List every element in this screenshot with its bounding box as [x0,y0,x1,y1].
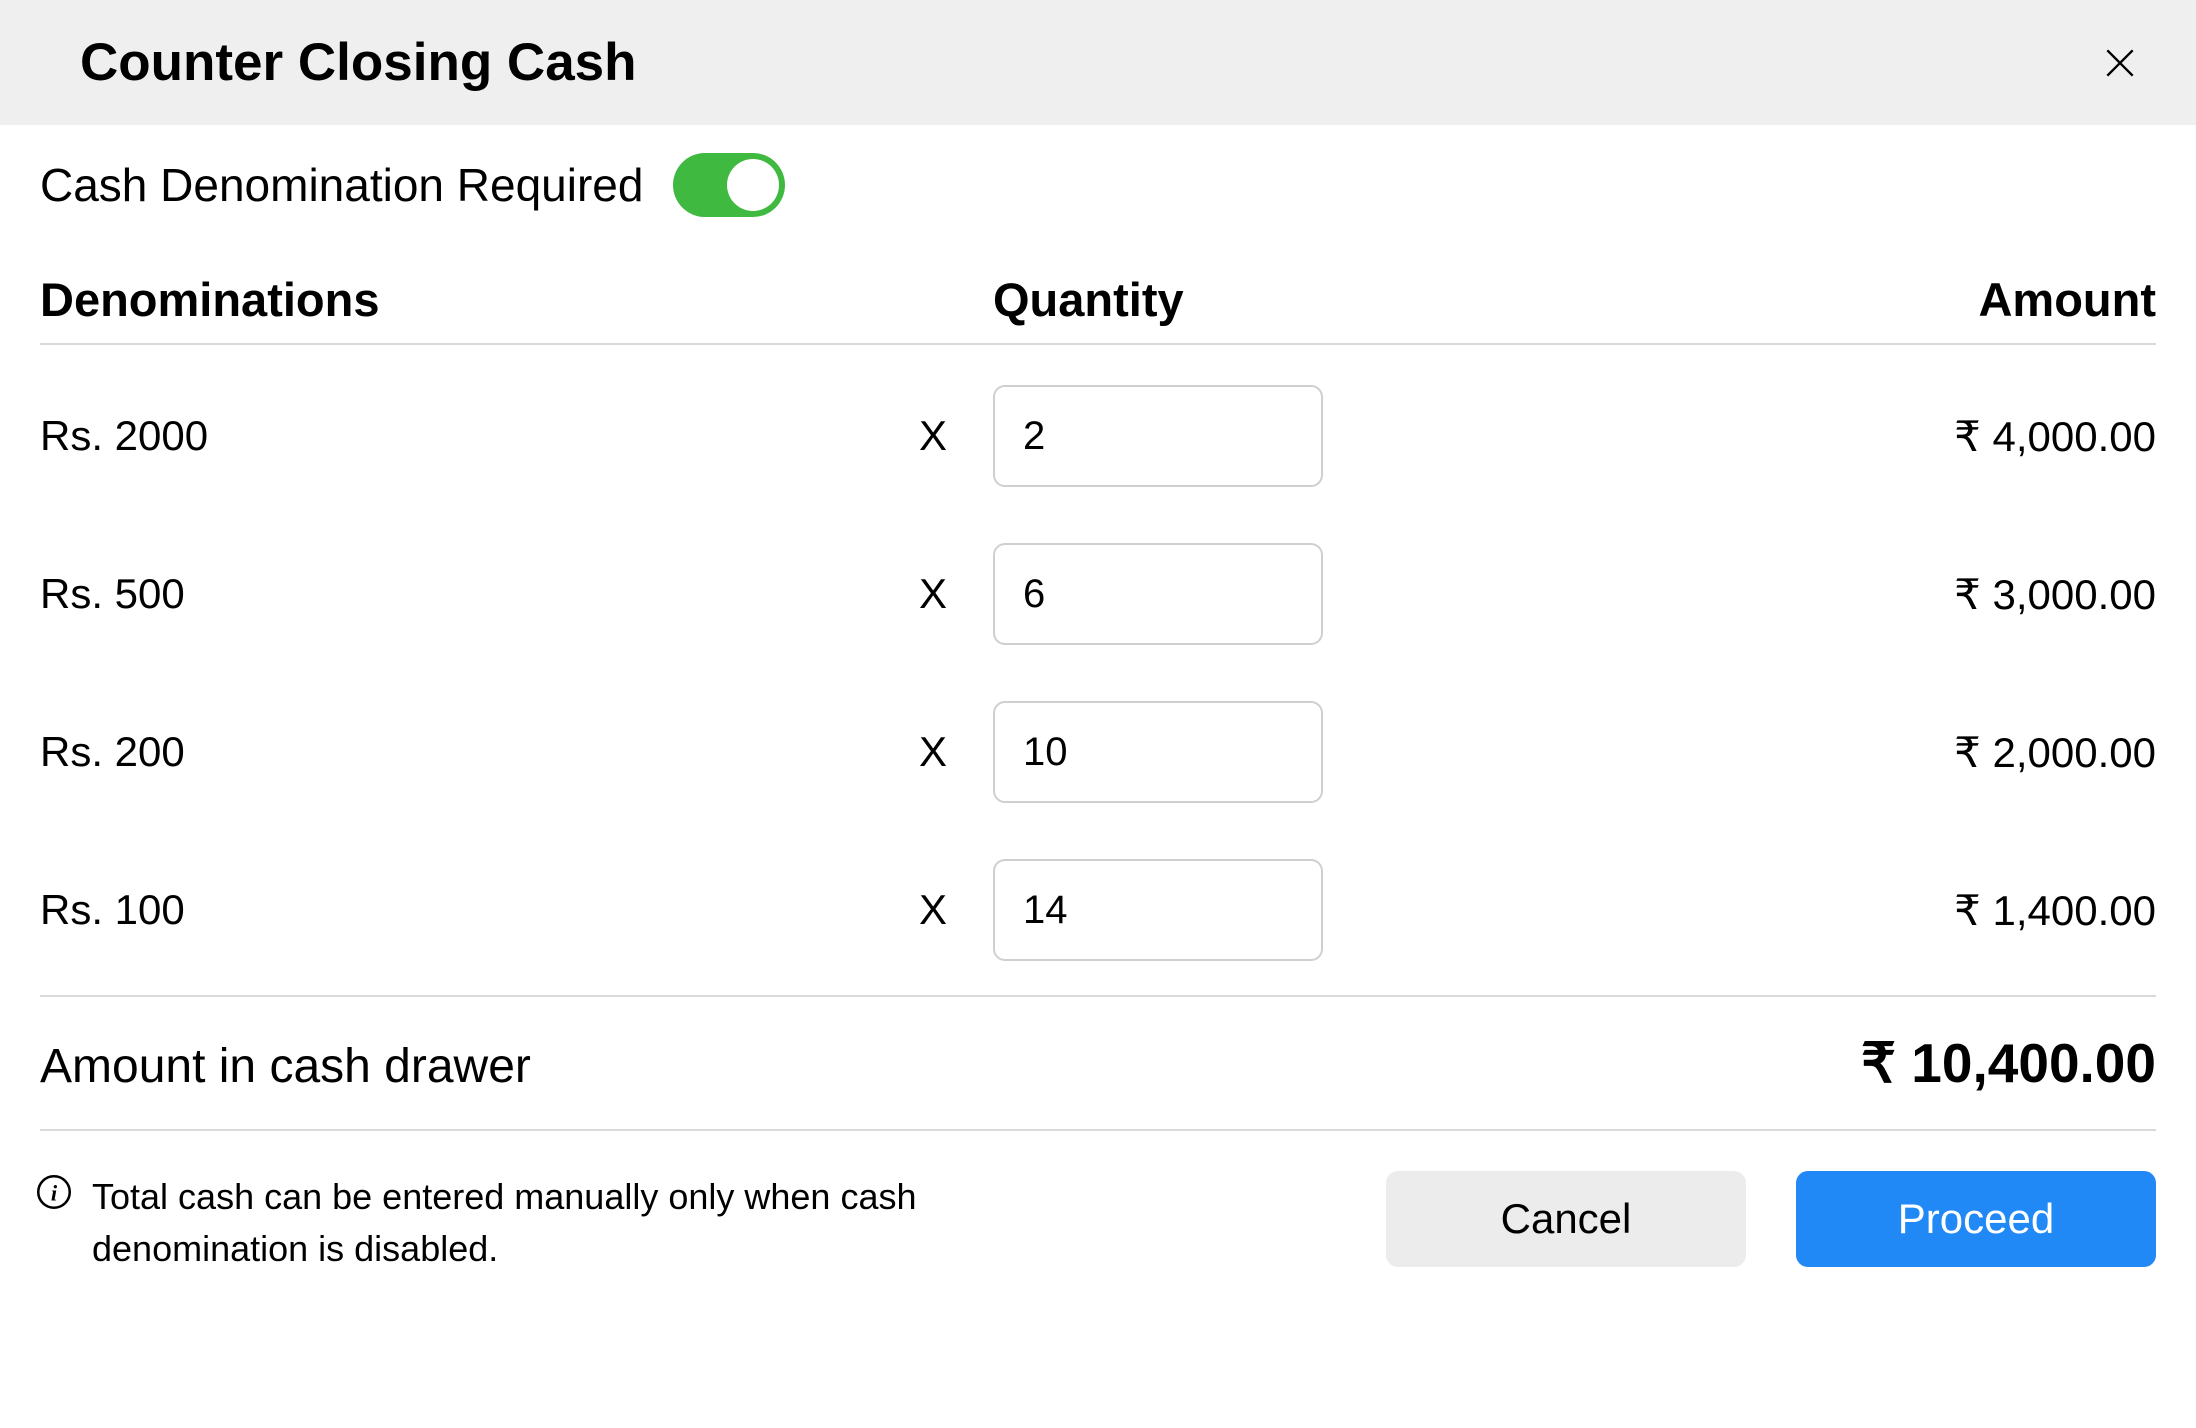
denomination-row: Rs. 500 X ₹ 3,000.00 [40,515,2156,673]
info-icon: i [36,1174,72,1210]
row-amount: ₹ 1,400.00 [1323,886,2156,935]
denomination-rows: Rs. 2000 X ₹ 4,000.00 Rs. 500 X ₹ 3,000.… [40,345,2156,989]
dialog-footer: i Total cash can be entered manually onl… [0,1131,2196,1275]
svg-text:i: i [51,1180,58,1205]
total-label: Amount in cash drawer [40,1039,531,1094]
header-denominations: Denominations [40,272,873,327]
close-button[interactable] [2096,39,2144,87]
denomination-toggle-row: Cash Denomination Required [40,153,2156,217]
multiply-icon: X [873,412,993,460]
multiply-icon: X [873,886,993,934]
dialog-content: Cash Denomination Required Denominations… [0,125,2196,1131]
quantity-input[interactable] [993,385,1323,487]
button-group: Cancel Proceed [1386,1171,2156,1267]
cancel-button[interactable]: Cancel [1386,1171,1746,1267]
dialog-title: Counter Closing Cash [80,32,637,93]
denomination-row: Rs. 200 X ₹ 2,000.00 [40,673,2156,831]
proceed-button[interactable]: Proceed [1796,1171,2156,1267]
denomination-toggle[interactable] [673,153,785,217]
quantity-input[interactable] [993,543,1323,645]
denomination-label: Rs. 100 [40,886,873,934]
total-amount: ₹ 10,400.00 [1861,1031,2156,1095]
denomination-label: Rs. 2000 [40,412,873,460]
denomination-toggle-label: Cash Denomination Required [40,158,643,212]
dialog-header: Counter Closing Cash [0,0,2196,125]
multiply-icon: X [873,728,993,776]
quantity-input[interactable] [993,859,1323,961]
header-quantity: Quantity [993,272,1323,327]
row-amount: ₹ 4,000.00 [1323,412,2156,461]
info-text: Total cash can be entered manually only … [92,1171,1012,1275]
denomination-row: Rs. 100 X ₹ 1,400.00 [40,831,2156,989]
table-header: Denominations Quantity Amount [40,272,2156,345]
denomination-row: Rs. 2000 X ₹ 4,000.00 [40,357,2156,515]
row-amount: ₹ 3,000.00 [1323,570,2156,619]
total-row: Amount in cash drawer ₹ 10,400.00 [40,995,2156,1131]
counter-closing-cash-dialog: Counter Closing Cash Cash Denomination R… [0,0,2196,1275]
denomination-label: Rs. 200 [40,728,873,776]
quantity-input[interactable] [993,701,1323,803]
multiply-icon: X [873,570,993,618]
info-section: i Total cash can be entered manually onl… [36,1171,1346,1275]
header-amount: Amount [1323,272,2156,327]
denomination-label: Rs. 500 [40,570,873,618]
toggle-knob [727,159,779,211]
row-amount: ₹ 2,000.00 [1323,728,2156,777]
close-icon [2101,44,2139,82]
